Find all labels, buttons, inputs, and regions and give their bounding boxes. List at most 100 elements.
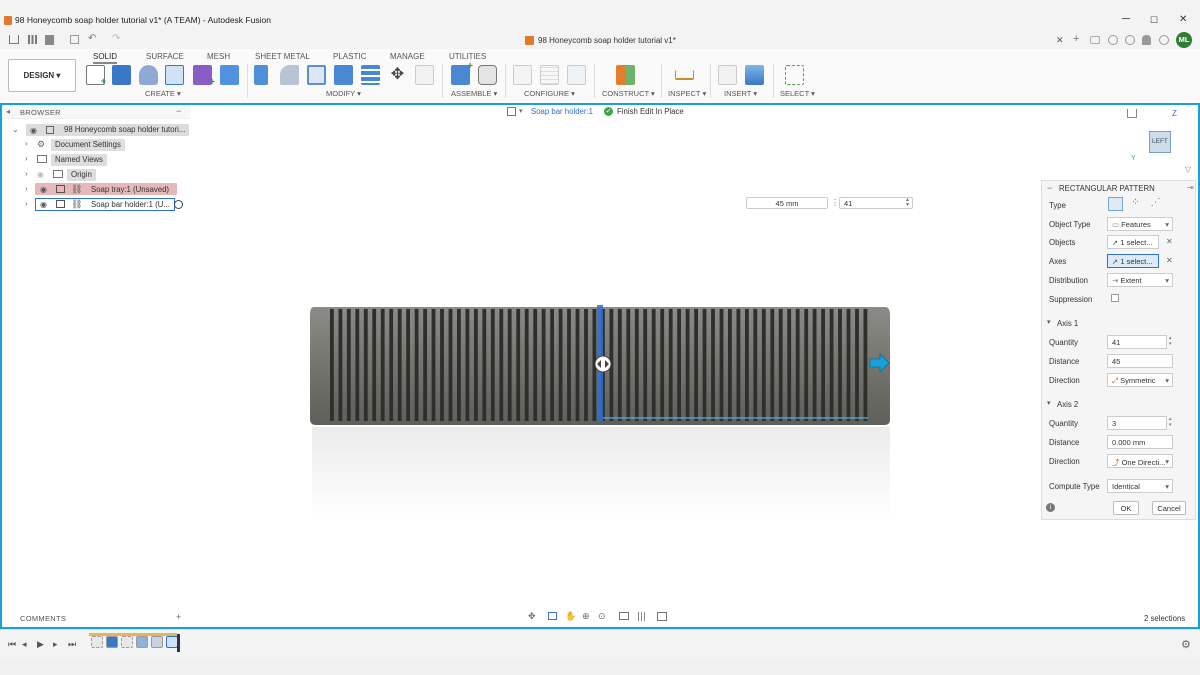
insert-canvas-icon[interactable] <box>745 65 764 85</box>
group-modify[interactable]: MODIFY ▾ <box>326 89 361 98</box>
combine-icon[interactable] <box>334 65 353 85</box>
job-status-icon[interactable] <box>1108 35 1118 45</box>
offset-plane-icon[interactable] <box>616 65 635 85</box>
zoom-icon[interactable]: ⊕ <box>582 611 592 621</box>
group-inspect[interactable]: INSPECT ▾ <box>668 89 706 98</box>
joint-icon[interactable] <box>478 65 497 85</box>
group-assemble[interactable]: ASSEMBLE ▾ <box>451 89 497 98</box>
browser-item-origin[interactable]: Origin <box>67 169 96 181</box>
new-component-assemble-icon[interactable]: + <box>451 61 473 85</box>
extensions-icon[interactable] <box>1090 36 1100 44</box>
pattern-type-features-icon[interactable] <box>1108 197 1123 211</box>
pattern-handle[interactable] <box>594 355 612 373</box>
group-insert[interactable]: INSERT ▾ <box>724 89 757 98</box>
play-icon[interactable]: ▶ <box>37 639 44 650</box>
fillet-icon[interactable] <box>280 65 299 85</box>
step-back-icon[interactable]: ◂ <box>22 639 27 650</box>
group-select[interactable]: SELECT ▾ <box>780 89 815 98</box>
clear-axes-icon[interactable]: ✕ <box>1166 256 1173 265</box>
quantity-input[interactable]: 41 <box>839 197 913 209</box>
component-context-icon[interactable] <box>507 107 516 116</box>
insert-derive-icon[interactable] <box>718 65 737 85</box>
pan-icon[interactable]: ✋ <box>565 611 576 621</box>
soap-bar-holder-visibility-icon[interactable]: ◉ <box>40 200 47 209</box>
document-tab-label[interactable]: 98 Honeycomb soap holder tutorial v1* <box>538 36 676 45</box>
quantity2-input[interactable]: 3 <box>1107 416 1167 430</box>
tab-utilities[interactable]: UTILITIES <box>449 52 486 61</box>
browser-item-soap-tray[interactable]: Soap tray:1 (Unsaved) <box>91 185 169 194</box>
timeline-extrude-icon[interactable] <box>106 636 118 648</box>
group-construct[interactable]: CONSTRUCT ▾ <box>602 89 655 98</box>
close-window-button[interactable]: ✕ <box>1179 14 1187 25</box>
axes-selection[interactable]: ➚ 1 select... <box>1107 254 1159 268</box>
extrude-icon[interactable] <box>112 65 131 85</box>
configure-table-icon[interactable] <box>513 65 532 85</box>
pattern-type-bodies-icon[interactable]: ⋰ <box>1148 197 1163 211</box>
box-icon[interactable] <box>220 65 239 85</box>
expand-named-views-icon[interactable]: › <box>25 154 28 163</box>
quantity1-input[interactable]: 41 <box>1107 335 1167 349</box>
step-forward-icon[interactable]: ▸ <box>53 639 58 650</box>
suppression-checkbox[interactable] <box>1111 294 1119 302</box>
tab-manage[interactable]: MANAGE <box>390 52 425 61</box>
grid-icon[interactable] <box>28 35 37 44</box>
expand-soap-tray-icon[interactable]: › <box>25 184 28 193</box>
maximize-button[interactable]: ☐ <box>1150 15 1158 26</box>
create-sketch-icon[interactable]: + <box>86 65 106 86</box>
browser-collapse-button[interactable]: − <box>176 106 181 116</box>
save-icon[interactable] <box>70 35 79 44</box>
grid-settings-icon[interactable] <box>638 612 647 621</box>
notifications-icon[interactable] <box>1142 35 1151 45</box>
workspace-switcher[interactable]: DESIGN ▾ <box>8 59 76 92</box>
revolve-icon[interactable] <box>139 65 158 85</box>
quantity-spinner-icon[interactable]: ▴ ▾ <box>906 197 909 208</box>
compute-type-select[interactable]: Identical ▾ <box>1107 479 1173 493</box>
viewcube-orbit-icon[interactable]: ▽ <box>1185 165 1191 174</box>
tab-sheet-metal[interactable]: SHEET METAL <box>255 52 310 61</box>
direction2-select[interactable]: ⤴ One Directi... ▾ <box>1107 454 1173 468</box>
quantity1-spinner-icon[interactable]: ▴ ▾ <box>1169 335 1172 347</box>
tab-surface[interactable]: SURFACE <box>146 52 184 61</box>
timeline-sketch-icon[interactable] <box>91 636 103 648</box>
go-to-end-icon[interactable]: ⏭ <box>68 639 76 650</box>
browser-item-soap-bar-holder[interactable]: Soap bar holder:1 (U... <box>91 200 170 209</box>
configure-grid-icon[interactable] <box>540 65 559 85</box>
tab-plastic[interactable]: PLASTIC <box>333 52 366 61</box>
object-type-select[interactable]: ▭ Features ▾ <box>1107 217 1173 231</box>
expand-soap-bar-holder-icon[interactable]: › <box>25 199 28 208</box>
add-comment-button[interactable]: + <box>176 612 181 622</box>
minimize-button[interactable]: ─ <box>1122 13 1130 25</box>
viewports-icon[interactable] <box>657 612 667 621</box>
context-dropdown-icon[interactable]: ▾ <box>519 107 523 115</box>
distance1-input[interactable]: 45 <box>1107 354 1173 368</box>
clear-objects-icon[interactable]: ✕ <box>1166 237 1173 246</box>
distribution-select[interactable]: ⇥ Extent ▾ <box>1107 273 1173 287</box>
new-tab-icon[interactable]: + <box>1073 33 1079 45</box>
move-copy-icon[interactable]: ✥ <box>388 65 407 85</box>
browser-item-document-settings[interactable]: Document Settings <box>51 139 125 151</box>
soap-holder-model[interactable] <box>300 295 900 535</box>
undo-icon[interactable]: ↶ <box>88 33 96 44</box>
help-icon[interactable] <box>1159 35 1169 45</box>
align-icon[interactable] <box>415 65 434 85</box>
timeline-cut-icon[interactable] <box>136 636 148 648</box>
measure-icon[interactable] <box>675 70 694 80</box>
look-at-icon[interactable] <box>548 612 557 620</box>
panel-expand-icon[interactable]: ⇥ <box>1187 183 1194 192</box>
active-component-label[interactable]: Soap bar holder:1 <box>531 107 593 116</box>
select-window-icon[interactable] <box>785 65 804 85</box>
panel-collapse-icon[interactable]: − <box>1047 183 1052 193</box>
display-settings-icon[interactable] <box>619 612 629 620</box>
origin-visibility-icon[interactable]: ◉ <box>37 170 44 179</box>
account-avatar[interactable]: ML <box>1176 32 1192 48</box>
distance2-input[interactable]: 0.000 mm <box>1107 435 1173 449</box>
press-pull-icon[interactable] <box>254 65 268 85</box>
orbit-icon[interactable]: ✥ <box>528 611 538 621</box>
ok-button[interactable]: OK <box>1113 501 1139 515</box>
info-icon[interactable]: i <box>1046 503 1055 512</box>
home-view-icon[interactable] <box>1127 109 1137 118</box>
home-icon[interactable] <box>9 35 19 44</box>
pattern-type-faces-icon[interactable]: ⁘ <box>1128 197 1143 211</box>
cancel-button[interactable]: Cancel <box>1152 501 1186 515</box>
new-component-icon[interactable]: + <box>193 65 215 88</box>
